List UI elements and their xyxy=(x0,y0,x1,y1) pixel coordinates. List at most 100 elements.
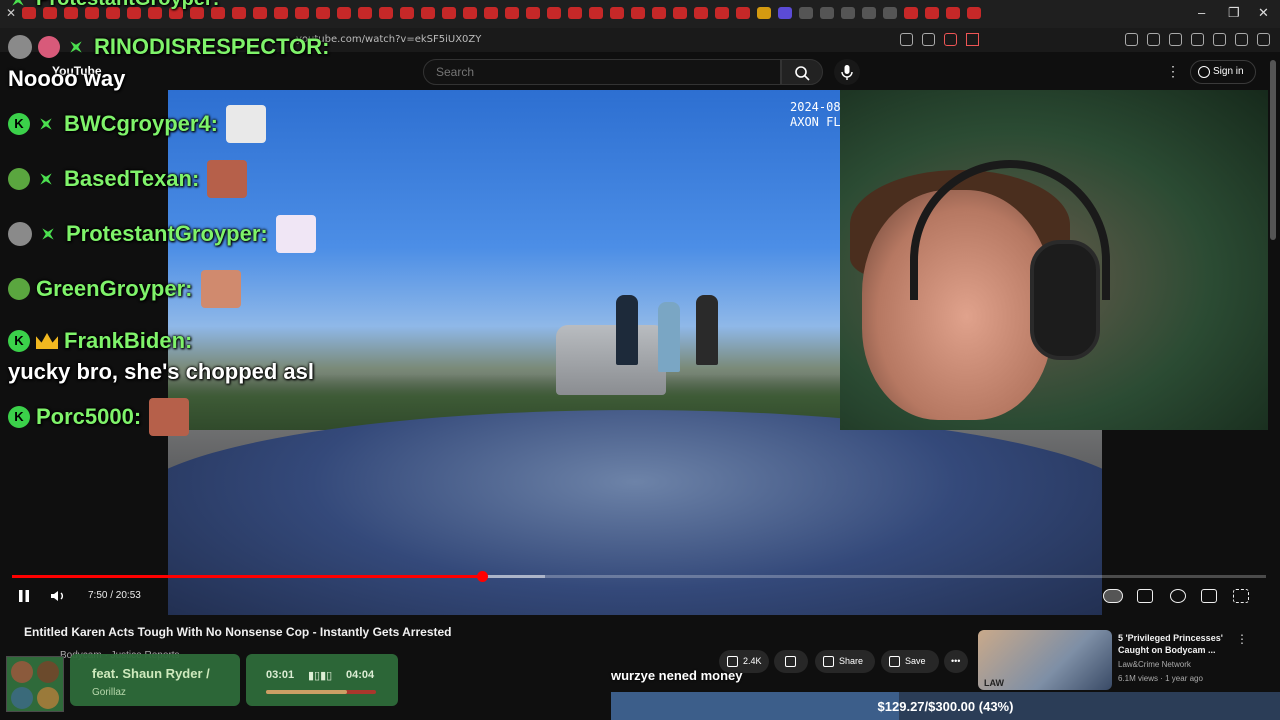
tab-favicon[interactable] xyxy=(316,7,330,19)
chat-line: RINODISRESPECTOR: xyxy=(8,34,330,60)
tab-favicon[interactable] xyxy=(967,7,981,19)
autoplay-toggle[interactable] xyxy=(1103,589,1123,603)
tab-favicon[interactable] xyxy=(652,7,666,19)
tab-favicon[interactable] xyxy=(799,7,813,19)
page-scrollbar[interactable] xyxy=(1270,60,1276,240)
tab-favicon[interactable] xyxy=(904,7,918,19)
song-current-time: 03:01 xyxy=(266,669,295,681)
close-window-icon[interactable]: ✕ xyxy=(1258,5,1269,21)
extensions-icon[interactable] xyxy=(1125,33,1138,46)
tab-favicon[interactable] xyxy=(673,7,687,19)
tab-favicon[interactable] xyxy=(337,7,351,19)
pause-icon[interactable] xyxy=(17,589,31,603)
emote-icon xyxy=(275,215,316,253)
tab-favicon[interactable] xyxy=(862,7,876,19)
tab-favicon[interactable] xyxy=(694,7,708,19)
tab-favicon[interactable] xyxy=(253,7,267,19)
share-page-icon[interactable] xyxy=(922,33,935,46)
donation-goal-bar: $129.27/$300.00 (43%) xyxy=(611,692,1280,720)
screen: ✕ – ❐ ✕ youtube.com/watch?v=ekSF5iUX0ZY … xyxy=(0,0,1280,720)
tab-favicon[interactable] xyxy=(295,7,309,19)
tab-favicon[interactable] xyxy=(631,7,645,19)
video-progress-bar[interactable] xyxy=(12,571,1266,582)
tab-favicon[interactable] xyxy=(379,7,393,19)
voice-search-button[interactable] xyxy=(834,59,860,85)
wallet-icon[interactable] xyxy=(1213,33,1226,46)
tab-favicon[interactable] xyxy=(925,7,939,19)
emote-icon xyxy=(207,160,248,198)
tab-favicon[interactable] xyxy=(505,7,519,19)
chat-username: BasedTexan: xyxy=(64,166,200,191)
chat-username: BWCgroyper4: xyxy=(64,111,219,136)
dislike-button[interactable] xyxy=(774,650,808,673)
kick-badge-icon: K xyxy=(8,113,30,135)
tab-favicon[interactable] xyxy=(610,7,624,19)
tab-favicon[interactable] xyxy=(274,7,288,19)
fullscreen-icon[interactable] xyxy=(1233,589,1249,603)
now-playing-card: feat. Shaun Ryder / Gorillaz xyxy=(70,654,240,706)
tab-favicon[interactable] xyxy=(232,7,246,19)
tab-favicon[interactable] xyxy=(358,7,372,19)
sidebar-icon[interactable] xyxy=(1191,33,1204,46)
diamond-badge-icon xyxy=(35,113,58,136)
user-icon xyxy=(1198,66,1210,78)
toolbar-icons xyxy=(1125,33,1270,46)
microphone-icon xyxy=(841,65,853,80)
tab-favicon[interactable] xyxy=(484,7,498,19)
tab-favicon[interactable] xyxy=(715,7,729,19)
media-icon[interactable] xyxy=(1169,33,1182,46)
theater-mode-icon[interactable] xyxy=(1201,589,1217,603)
brave-shield-icon[interactable] xyxy=(944,33,957,46)
tab-favicon[interactable] xyxy=(421,7,435,19)
chat-line: K BWCgroyper4: xyxy=(8,105,267,143)
sign-in-button[interactable]: Sign in xyxy=(1190,60,1256,84)
maximize-icon[interactable]: ❐ xyxy=(1228,5,1240,21)
tab-favicon[interactable] xyxy=(400,7,414,19)
recommended-menu-icon[interactable]: ⋮ xyxy=(1236,632,1248,646)
recommended-title[interactable]: 5 'Privileged Princesses' Caught on Body… xyxy=(1118,632,1238,656)
tab-favicon[interactable] xyxy=(589,7,603,19)
tab-favicon[interactable] xyxy=(820,7,834,19)
tab-favicon[interactable] xyxy=(547,7,561,19)
extension-icon[interactable] xyxy=(1147,33,1160,46)
settings-gear-icon[interactable] xyxy=(1170,589,1186,603)
install-app-icon[interactable] xyxy=(900,33,913,46)
recommended-channel[interactable]: Law&Crime Network xyxy=(1118,660,1191,669)
save-button[interactable]: Save xyxy=(881,650,939,673)
chat-username: FrankBiden: xyxy=(64,328,193,353)
tab-favicon[interactable] xyxy=(757,7,771,19)
tab-favicon[interactable] xyxy=(778,7,792,19)
tab-favicon[interactable] xyxy=(883,7,897,19)
song-progress-fill xyxy=(266,690,348,694)
search-input[interactable] xyxy=(424,60,780,84)
time-display: 7:50 / 20:53 xyxy=(88,590,141,601)
crown-badge-icon xyxy=(36,333,58,349)
menu-icon[interactable] xyxy=(1257,33,1270,46)
album-art-figure xyxy=(37,661,59,683)
tab-favicon[interactable] xyxy=(946,7,960,19)
tab-favicon[interactable] xyxy=(568,7,582,19)
chat-line: ProtestantGroyper: xyxy=(8,215,316,253)
share-button[interactable]: Share xyxy=(815,650,875,673)
chat-message: Noooo way xyxy=(8,66,126,91)
song-title: feat. Shaun Ryder / xyxy=(92,666,210,681)
search-button[interactable] xyxy=(781,59,823,85)
gift-badge-icon xyxy=(38,36,60,58)
tab-favicon[interactable] xyxy=(442,7,456,19)
tab-favicon[interactable] xyxy=(526,7,540,19)
more-options-icon[interactable]: ⋮ xyxy=(1166,63,1180,80)
search-icon xyxy=(795,66,810,81)
recommended-thumbnail[interactable]: LAW xyxy=(978,630,1112,690)
more-actions-button[interactable]: ••• xyxy=(944,650,968,673)
tab-favicon[interactable] xyxy=(463,7,477,19)
vpn-icon[interactable] xyxy=(1235,33,1248,46)
diamond-badge-icon xyxy=(37,223,60,246)
minimize-icon[interactable]: – xyxy=(1198,5,1205,20)
brave-rewards-icon[interactable] xyxy=(966,33,979,46)
volume-icon[interactable] xyxy=(50,589,68,603)
equalizer-icon: ▮▯▮▯ xyxy=(308,670,333,682)
tab-favicon[interactable] xyxy=(736,7,750,19)
save-icon xyxy=(889,656,900,667)
captions-icon[interactable] xyxy=(1137,589,1153,603)
tab-favicon[interactable] xyxy=(841,7,855,19)
